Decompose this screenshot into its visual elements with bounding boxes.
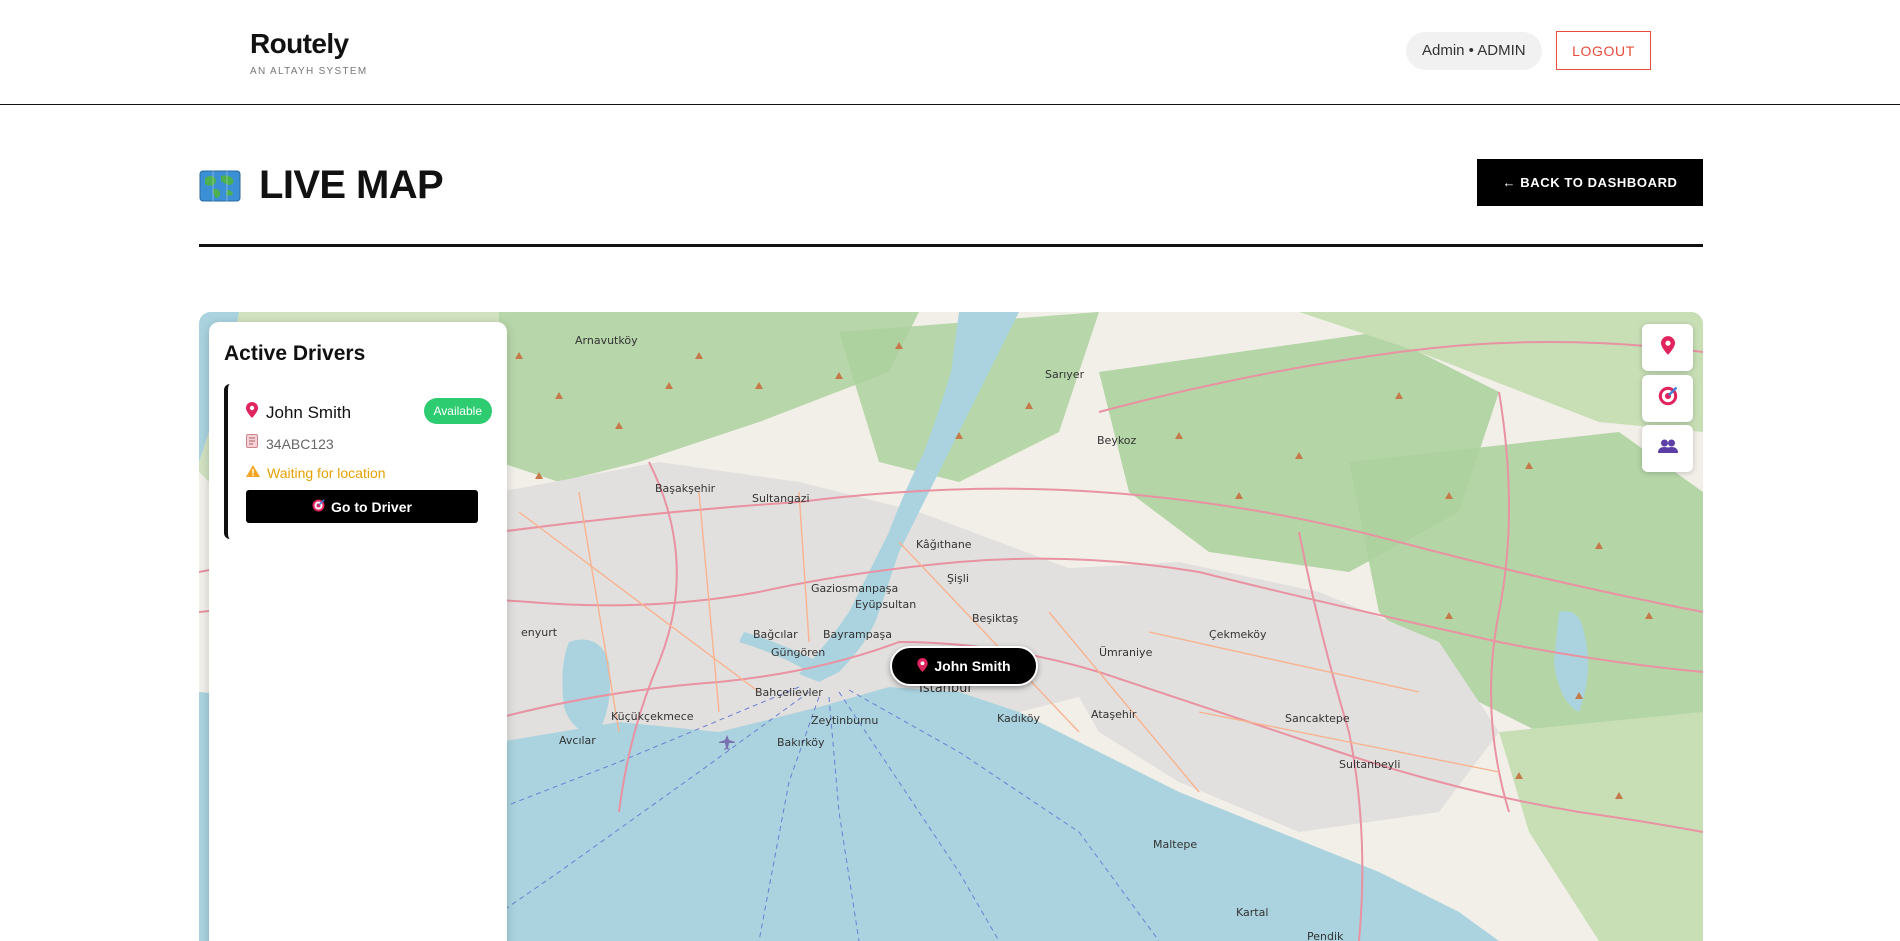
driver-plate-row: 34ABC123	[246, 434, 334, 453]
place-zeytinburnu: Zeytinburnu	[811, 714, 878, 727]
place-bahcelievler: Bahçelievler	[755, 686, 823, 699]
place-cekmekoy: Çekmeköy	[1209, 628, 1267, 641]
page-header: LIVE MAP ← BACK TO DASHBOARD	[199, 155, 1703, 247]
place-kartal: Kartal	[1236, 906, 1268, 919]
place-sisli: Şişli	[947, 572, 969, 585]
panel-title: Active Drivers	[224, 342, 366, 365]
page-title-wrap: LIVE MAP	[199, 163, 444, 208]
target-icon	[312, 498, 325, 515]
pin-icon	[246, 402, 258, 423]
place-gungoren: Güngören	[771, 646, 825, 659]
driver-marker-label: John Smith	[934, 658, 1011, 674]
driver-card[interactable]: John Smith Available 34ABC123 Waiting fo…	[224, 384, 492, 539]
warning-icon	[246, 464, 260, 482]
user-pill: Admin • ADMIN	[1406, 32, 1542, 70]
brand[interactable]: Routely AN ALTAYH SYSTEM	[250, 28, 368, 77]
place-sariyer: Sarıyer	[1045, 368, 1085, 381]
driver-marker[interactable]: John Smith	[890, 646, 1038, 686]
driver-name: John Smith	[266, 402, 352, 422]
logout-button[interactable]: LOGOUT	[1556, 31, 1651, 70]
place-bakirkoy: Bakırköy	[777, 736, 825, 749]
go-to-driver-label: Go to Driver	[331, 498, 412, 515]
place-kucukcekmece: Küçükçekmece	[611, 710, 694, 723]
memo-icon	[246, 434, 258, 453]
place-atasehir: Ataşehir	[1091, 708, 1137, 721]
place-gaziosmanpasa: Gaziosmanpaşa	[811, 582, 898, 595]
place-sultanbeyli: Sultanbeyli	[1339, 758, 1400, 771]
brand-subtitle: AN ALTAYH SYSTEM	[250, 66, 368, 77]
place-pendik: Pendik	[1307, 930, 1344, 941]
place-bagcilar: Bağcılar	[753, 628, 798, 641]
pin-icon	[917, 657, 929, 675]
back-to-dashboard-button[interactable]: ← BACK TO DASHBOARD	[1477, 159, 1703, 206]
place-arnavutkoy: Arnavutköy	[575, 334, 638, 347]
pin-icon	[1660, 335, 1675, 360]
locate-pin-button[interactable]	[1642, 324, 1693, 371]
target-icon	[1658, 386, 1678, 411]
driver-name-row: John Smith	[246, 402, 351, 423]
driver-plate: 34ABC123	[266, 435, 334, 452]
place-avcilar: Avcılar	[559, 734, 596, 747]
place-sancaktepe: Sancaktepe	[1285, 712, 1350, 725]
place-basaksehir: Başakşehir	[655, 482, 716, 495]
place-besiktas: Beşiktaş	[972, 612, 1019, 625]
live-map[interactable]: Arnavutköy Sarıyer Beykoz Başakşehir Sul…	[199, 312, 1703, 941]
target-driver-button[interactable]	[1642, 375, 1693, 422]
go-to-driver-button[interactable]: Go to Driver	[246, 490, 478, 523]
active-drivers-panel: Active Drivers John Smith Available 34AB…	[209, 322, 507, 941]
top-bar: Routely AN ALTAYH SYSTEM Admin • ADMIN L…	[0, 0, 1900, 105]
place-eyupsultan: Eyüpsultan	[855, 598, 916, 611]
all-drivers-button[interactable]	[1642, 425, 1693, 472]
place-kadikoy: Kadıköy	[997, 712, 1041, 725]
users-icon	[1657, 438, 1678, 459]
page-title: LIVE MAP	[259, 163, 444, 207]
place-umraniye: Ümraniye	[1099, 646, 1153, 659]
driver-location-row: Waiting for location	[246, 464, 386, 482]
place-esenyurt: enyurt	[521, 626, 558, 639]
place-sultangazi: Sultangazi	[752, 492, 810, 505]
brand-name: Routely	[250, 28, 349, 59]
place-kagithane: Kâğıthane	[916, 538, 972, 551]
status-badge: Available	[423, 398, 492, 424]
world-map-icon	[199, 168, 241, 204]
location-note: Waiting for location	[267, 465, 386, 481]
place-maltepe: Maltepe	[1153, 838, 1197, 851]
place-bayrampasa: Bayrampaşa	[823, 628, 892, 641]
place-beykoz: Beykoz	[1097, 434, 1137, 447]
